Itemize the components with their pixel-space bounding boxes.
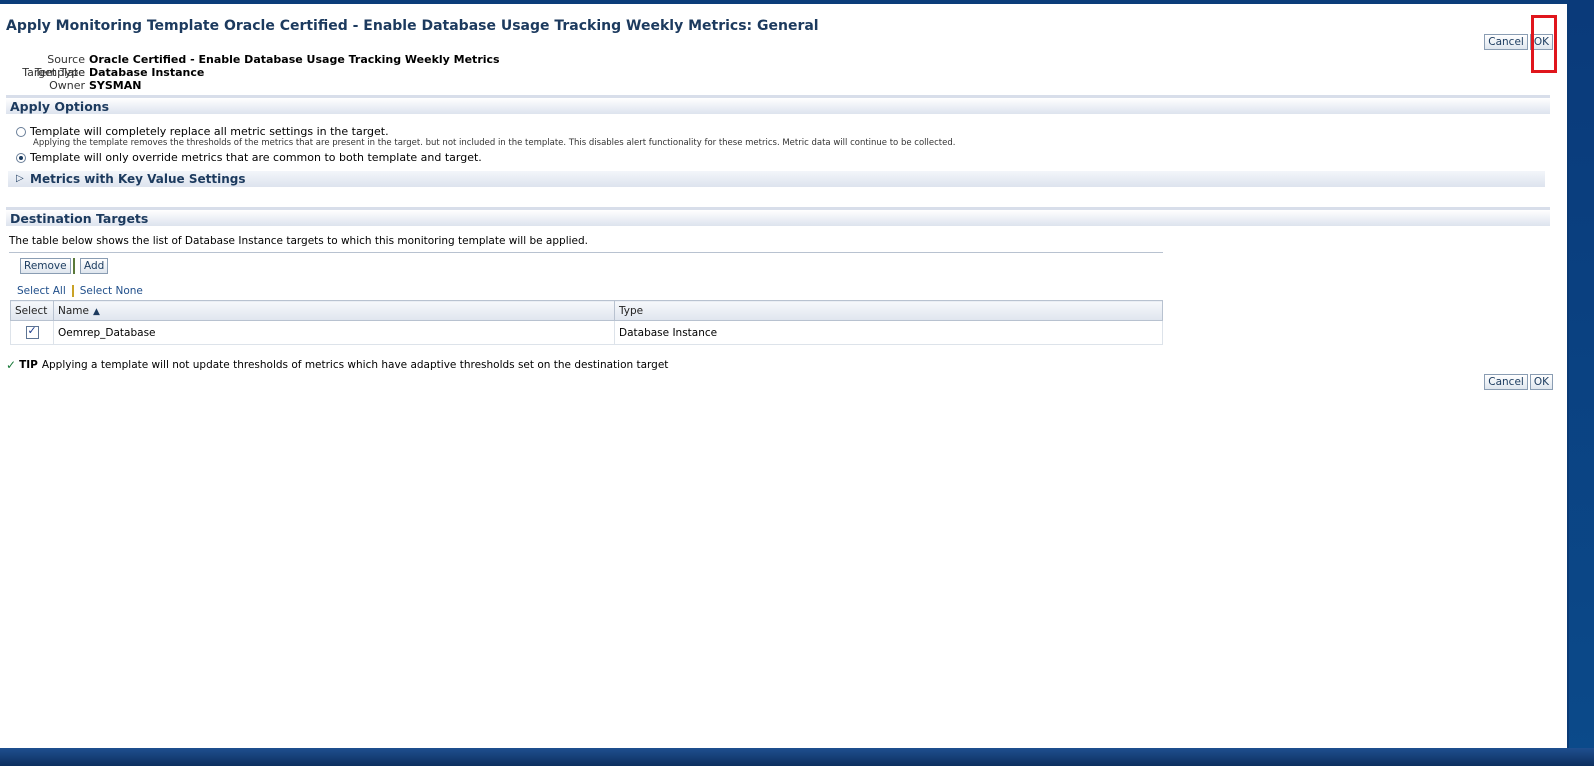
sort-ascending-icon[interactable]: ▲	[93, 307, 100, 317]
owner-row: Owner SYSMAN	[0, 79, 500, 92]
link-separator	[71, 285, 74, 297]
name-column-header[interactable]: Name ▲	[53, 300, 615, 321]
destination-targets-header: Destination Targets	[6, 207, 1550, 226]
owner-label: Owner	[49, 79, 85, 92]
row-select-cell	[10, 320, 54, 345]
tip-label: TIP	[19, 359, 38, 371]
source-template-value: Oracle Certified - Enable Database Usage…	[89, 53, 500, 66]
option-override-label: Template will only override metrics that…	[30, 151, 482, 164]
row-checkbox[interactable]	[25, 324, 39, 339]
tip-check-icon: ✓	[6, 358, 17, 372]
select-column-header: Select	[10, 300, 54, 321]
divider	[9, 252, 1163, 253]
name-column-label: Name	[58, 304, 89, 317]
target-type-row: Target Type Database Instance	[0, 66, 500, 79]
bottom-button-bar: Cancel OK	[1484, 374, 1553, 390]
destination-description: The table below shows the list of Databa…	[9, 235, 588, 247]
metrics-key-value-toggle[interactable]: ▷ Metrics with Key Value Settings	[8, 171, 1545, 187]
target-type-value: Database Instance	[89, 66, 205, 79]
desktop-background	[1569, 0, 1594, 766]
expand-arrow-icon[interactable]: ▷	[16, 173, 24, 184]
option-replace-radio[interactable]	[16, 126, 26, 137]
option-override[interactable]: Template will only override metrics that…	[16, 151, 482, 164]
target-type-label: Target Type	[22, 66, 85, 79]
ok-button-bottom[interactable]: OK	[1529, 374, 1553, 390]
destination-targets-table: Select Name ▲ Type Oemrep_Database Databa…	[10, 300, 1163, 345]
tip-message: ✓ TIP Applying a template will not updat…	[6, 358, 668, 372]
taskbar	[0, 748, 1594, 766]
row-name: Oemrep_Database	[53, 320, 615, 345]
page-title: Apply Monitoring Template Oracle Certifi…	[6, 18, 819, 34]
source-template-label: Source Template	[34, 53, 85, 79]
select-links: Select All Select None	[17, 285, 143, 297]
option-replace-label: Template will completely replace all met…	[30, 125, 389, 138]
select-none-link[interactable]: Select None	[80, 285, 143, 297]
option-replace[interactable]: Template will completely replace all met…	[16, 125, 389, 138]
cancel-button-top[interactable]: Cancel	[1484, 34, 1528, 50]
toolbar-separator	[73, 258, 75, 274]
source-template-row: Source Template Oracle Certified - Enabl…	[0, 53, 500, 79]
ok-button-highlight	[1531, 15, 1557, 73]
app-window: Apply Monitoring Template Oracle Certifi…	[0, 4, 1569, 748]
metrics-key-value-label: Metrics with Key Value Settings	[30, 172, 246, 186]
table-row: Oemrep_Database Database Instance	[10, 320, 1163, 345]
tip-text: Applying a template will not update thre…	[41, 359, 669, 371]
option-override-radio[interactable]	[16, 152, 26, 163]
add-button[interactable]: Add	[80, 258, 109, 274]
apply-options-header: Apply Options	[6, 95, 1550, 114]
option-replace-note: Applying the template removes the thresh…	[33, 138, 956, 148]
owner-value: SYSMAN	[89, 79, 142, 92]
table-header-row: Select Name ▲ Type	[10, 300, 1163, 321]
cancel-button-bottom[interactable]: Cancel	[1484, 374, 1528, 390]
destination-targets-heading: Destination Targets	[10, 211, 149, 226]
select-all-link[interactable]: Select All	[17, 285, 66, 297]
row-type: Database Instance	[614, 320, 1163, 345]
template-info: Source Template Oracle Certified - Enabl…	[0, 53, 500, 92]
apply-options-heading: Apply Options	[10, 99, 110, 114]
remove-button[interactable]: Remove	[20, 258, 71, 274]
type-column-header: Type	[614, 300, 1163, 321]
